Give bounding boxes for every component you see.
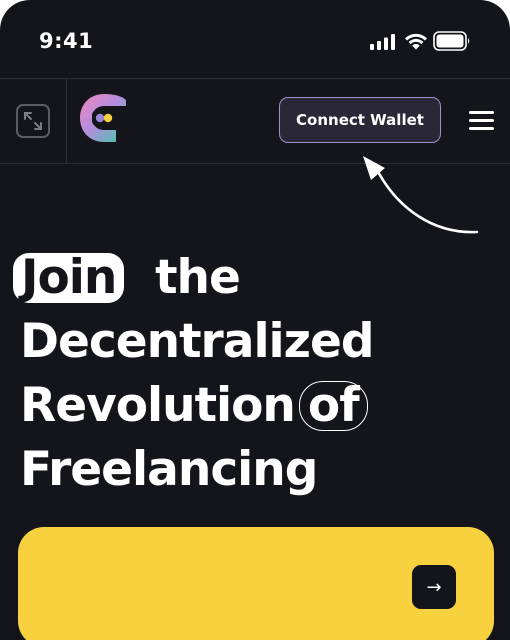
cta-card: →	[18, 527, 494, 640]
phone-screen: 9:41 Connect Wallet Join the Decentraliz…	[0, 0, 510, 640]
connect-wallet-button[interactable]: Connect Wallet	[279, 97, 441, 143]
hero-word-revolution: Revolution	[20, 378, 296, 433]
battery-icon	[433, 31, 470, 51]
hero-line-1: Join the	[13, 246, 500, 310]
hero-word-highlight: Join	[13, 253, 125, 303]
hamburger-menu-icon[interactable]	[469, 107, 495, 133]
hero-word-the: the	[155, 250, 241, 305]
arrow-right-button[interactable]: →	[412, 565, 456, 609]
status-bar: 9:41	[0, 0, 510, 78]
arrow-right-icon: →	[426, 576, 442, 598]
expand-button[interactable]	[16, 104, 50, 138]
hero-line-2: Decentralized	[20, 314, 375, 369]
signal-icon	[370, 34, 395, 50]
hero-line-4: Freelancing	[20, 442, 318, 497]
wifi-icon	[405, 33, 427, 50]
status-time: 9:41	[39, 29, 94, 53]
hero-line-3: Revolution of	[20, 374, 500, 438]
app-logo[interactable]	[78, 92, 130, 144]
expand-icon	[24, 112, 42, 130]
pointer-arrow-icon	[363, 156, 479, 234]
hero-word-outlined: of	[298, 381, 368, 431]
hero-title: Join the Decentralized Revolution of Free…	[13, 246, 500, 502]
nav-divider	[66, 79, 67, 164]
